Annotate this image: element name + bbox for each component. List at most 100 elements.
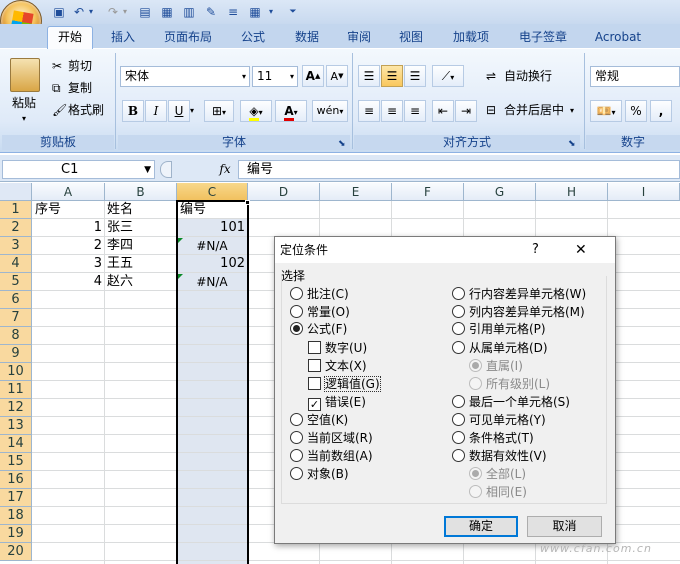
underline-button[interactable]: U <box>168 100 190 122</box>
column-header-c[interactable]: C <box>177 183 248 201</box>
row-header[interactable]: 5 <box>0 273 32 291</box>
option-direct-only[interactable]: 直属(I) <box>469 358 523 375</box>
option-comments[interactable]: 批注(C) <box>290 286 349 303</box>
option-last-cell[interactable]: 最后一个单元格(S) <box>452 394 570 411</box>
tab-esign[interactable]: 电子签章 <box>509 27 577 48</box>
edit-icon[interactable]: ✎ <box>202 3 220 21</box>
option-validation-same[interactable]: 相同(E) <box>469 484 527 501</box>
option-precedents[interactable]: 引用单元格(P) <box>452 321 546 338</box>
row-header[interactable]: 4 <box>0 255 32 273</box>
dialog-launcher-icon[interactable]: ⬊ <box>568 135 576 153</box>
cell-b5[interactable]: 赵六 <box>107 273 133 291</box>
wrap-text-icon[interactable]: ⇌ <box>486 67 496 85</box>
check-errors[interactable]: ✓ 错误(E) <box>308 394 366 411</box>
tab-data[interactable]: 数据 <box>286 27 328 48</box>
print-preview-icon[interactable]: ▤ <box>136 3 154 21</box>
align-center-button[interactable]: ≡ <box>381 100 403 122</box>
column-header-d[interactable]: D <box>248 183 320 201</box>
cell-c2[interactable]: 101 <box>177 219 245 237</box>
column-header-i[interactable]: I <box>608 183 680 201</box>
check-logicals[interactable]: 逻辑值(G) <box>308 376 381 393</box>
check-text[interactable]: 文本(X) <box>308 358 367 375</box>
currency-button[interactable]: 💴▾ <box>590 100 622 122</box>
row-header[interactable]: 15 <box>0 453 32 471</box>
border-button[interactable]: ⊞▾ <box>204 100 234 122</box>
increase-indent-button[interactable]: ⇥ <box>455 100 477 122</box>
save-icon[interactable]: ▣ <box>50 3 68 21</box>
cell-c3[interactable]: #N/A <box>177 237 247 255</box>
fill-handle[interactable] <box>245 200 250 205</box>
row-header[interactable]: 17 <box>0 489 32 507</box>
column-header-b[interactable]: B <box>105 183 177 201</box>
row-header[interactable]: 6 <box>0 291 32 309</box>
align-top-button[interactable]: ☰ <box>358 65 380 87</box>
format-painter-button[interactable]: 格式刷 <box>68 101 104 119</box>
cell-a4[interactable]: 3 <box>32 255 102 273</box>
row-header[interactable]: 7 <box>0 309 32 327</box>
undo-dropdown-icon[interactable]: ▾ <box>82 3 100 21</box>
option-all-levels[interactable]: 所有级别(L) <box>469 376 550 393</box>
customize-qat-icon[interactable]: ⏷ <box>284 3 302 21</box>
cell-b1[interactable]: 姓名 <box>107 201 133 219</box>
tab-addins[interactable]: 加载项 <box>443 27 499 48</box>
option-row-differences[interactable]: 行内容差异单元格(W) <box>452 286 586 303</box>
merge-center-button[interactable]: 合并后居中 <box>504 101 564 119</box>
column-header-a[interactable]: A <box>32 183 105 201</box>
cut-icon[interactable]: ✂ <box>52 57 62 75</box>
orientation-button[interactable]: ⟋▾ <box>432 65 464 87</box>
ok-button[interactable]: 确定 <box>444 516 518 537</box>
row-header[interactable]: 14 <box>0 435 32 453</box>
option-validation-all[interactable]: 全部(L) <box>469 466 526 483</box>
name-box[interactable]: C1 ▼ <box>2 160 155 179</box>
bold-button[interactable]: B <box>122 100 144 122</box>
align-icon[interactable]: ≡ <box>224 3 242 21</box>
option-objects[interactable]: 对象(B) <box>290 466 349 483</box>
column-header-g[interactable]: G <box>464 183 536 201</box>
option-visible-cells[interactable]: 可见单元格(Y) <box>452 412 546 429</box>
align-right-button[interactable]: ≡ <box>404 100 426 122</box>
percent-button[interactable]: % <box>625 100 647 122</box>
align-bottom-button[interactable]: ☰ <box>404 65 426 87</box>
italic-button[interactable]: I <box>145 100 167 122</box>
paste-dropdown-icon[interactable]: ▾ <box>22 110 26 128</box>
formula-bar-handle[interactable] <box>160 161 172 178</box>
comma-button[interactable]: , <box>650 100 672 122</box>
align-left-button[interactable]: ≡ <box>358 100 380 122</box>
help-button[interactable]: ? <box>532 241 539 259</box>
paste-icon[interactable] <box>10 58 40 92</box>
tab-formulas[interactable]: 公式 <box>232 27 274 48</box>
phonetic-button[interactable]: wén▾ <box>312 100 348 122</box>
form-icon[interactable]: ▥ <box>180 3 198 21</box>
font-size-select[interactable]: 11 ▾ <box>252 66 298 87</box>
row-header[interactable]: 3 <box>0 237 32 255</box>
decrease-indent-button[interactable]: ⇤ <box>432 100 454 122</box>
copy-icon[interactable]: ⧉ <box>52 79 61 97</box>
cell-c1[interactable]: 编号 <box>180 201 206 219</box>
cell-a5[interactable]: 4 <box>32 273 102 291</box>
cell-c5[interactable]: #N/A <box>177 273 247 291</box>
underline-dropdown-icon[interactable]: ▾ <box>190 102 194 120</box>
merge-dropdown-icon[interactable]: ▾ <box>570 102 574 120</box>
font-color-button[interactable]: A▾ <box>275 100 307 122</box>
row-header[interactable]: 18 <box>0 507 32 525</box>
formula-input[interactable]: 编号 <box>238 160 680 179</box>
row-header[interactable]: 9 <box>0 345 32 363</box>
row-header[interactable]: 1 <box>0 201 32 219</box>
row-header[interactable]: 12 <box>0 399 32 417</box>
check-numbers[interactable]: 数字(U) <box>308 340 367 357</box>
cell-a2[interactable]: 1 <box>32 219 102 237</box>
option-current-array[interactable]: 当前数组(A) <box>290 448 373 465</box>
cell-a3[interactable]: 2 <box>32 237 102 255</box>
wrap-text-button[interactable]: 自动换行 <box>504 67 552 85</box>
row-header[interactable]: 8 <box>0 327 32 345</box>
column-header-f[interactable]: F <box>392 183 464 201</box>
shrink-font-button[interactable]: A▼ <box>326 65 348 87</box>
row-header[interactable]: 19 <box>0 525 32 543</box>
select-all-corner[interactable] <box>0 183 32 201</box>
redo-dropdown-icon[interactable]: ▾ <box>116 3 134 21</box>
row-header[interactable]: 10 <box>0 363 32 381</box>
tab-home[interactable]: 开始 <box>47 26 93 50</box>
font-name-select[interactable]: 宋体 ▾ <box>120 66 250 87</box>
copy-button[interactable]: 复制 <box>68 79 92 97</box>
cell-c4[interactable]: 102 <box>177 255 245 273</box>
